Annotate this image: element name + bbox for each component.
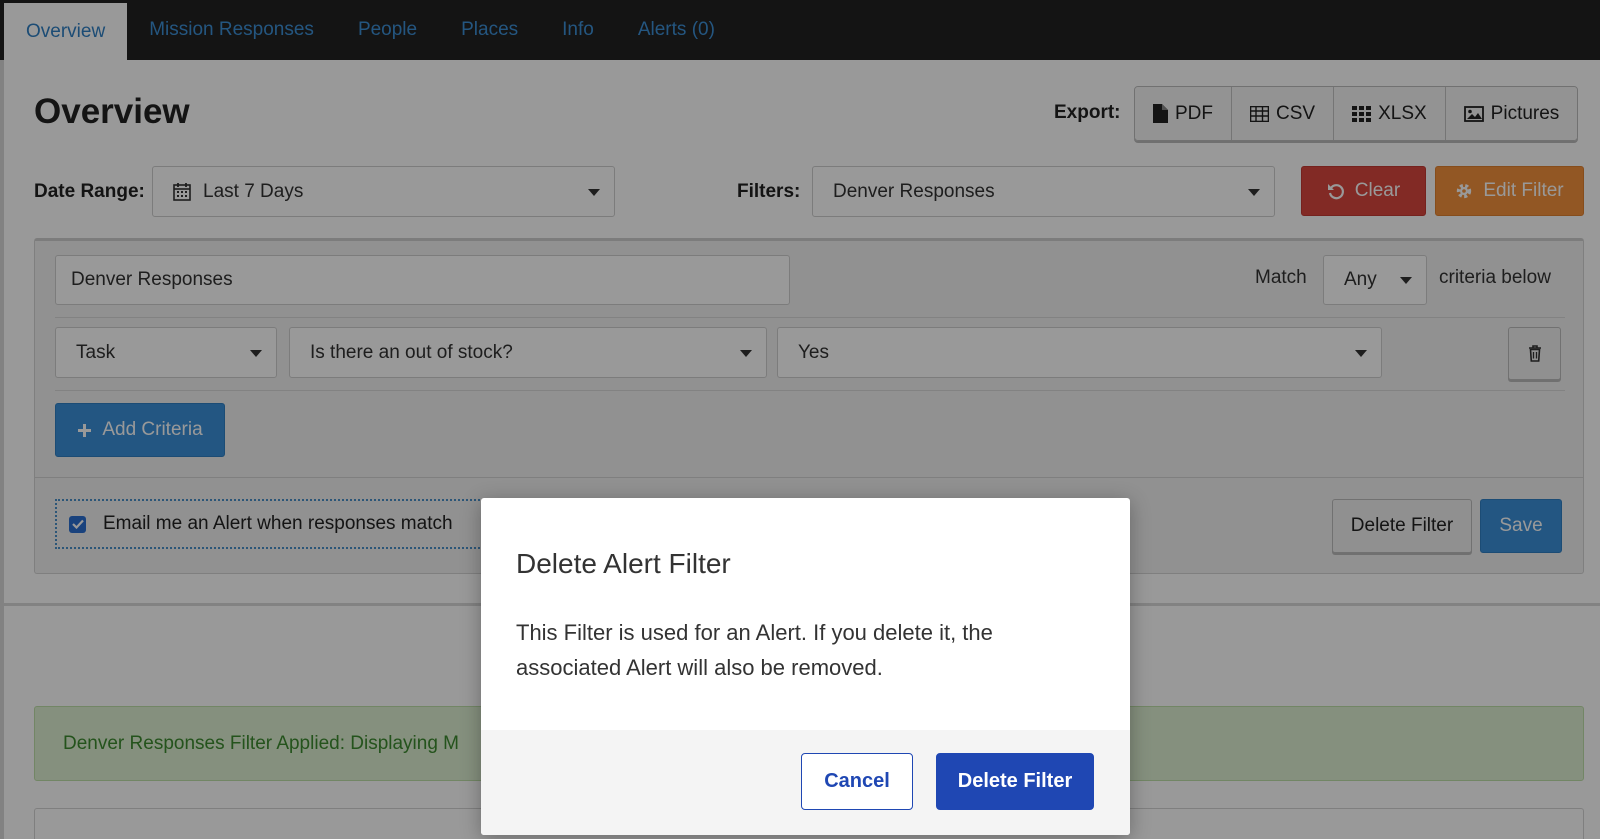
cancel-button[interactable]: Cancel [801,753,913,810]
dialog-message: This Filter is used for an Alert. If you… [516,620,993,680]
dialog-title: Delete Alert Filter [516,548,731,579]
confirm-delete-filter-button[interactable]: Delete Filter [936,753,1094,810]
dialog-footer: Cancel Delete Filter [481,730,1130,835]
delete-alert-filter-dialog: Delete Alert Filter This Filter is used … [481,498,1130,835]
